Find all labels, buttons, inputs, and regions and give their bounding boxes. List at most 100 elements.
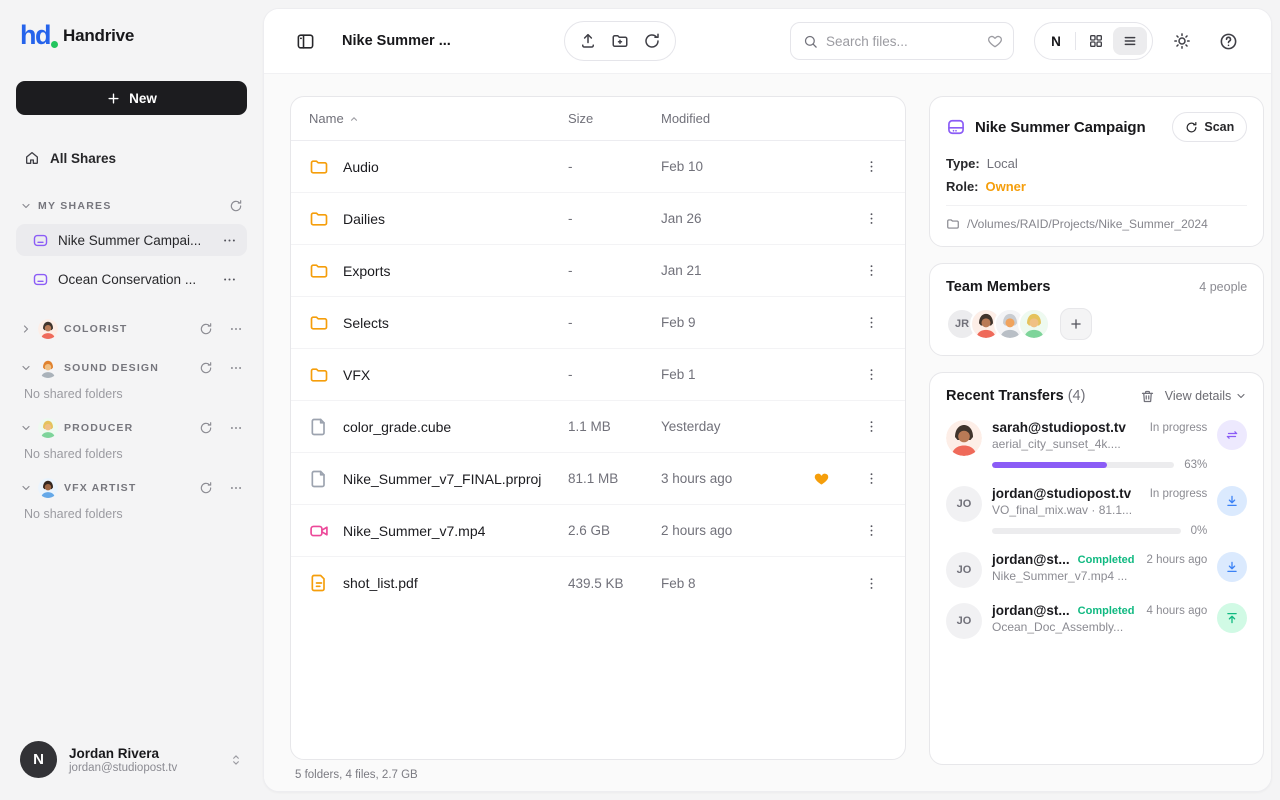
scan-button[interactable]: Scan [1172,112,1247,142]
row-menu-button[interactable] [857,205,885,233]
favorite-heart-icon[interactable] [813,470,830,487]
section-label: COLORIST [64,323,193,335]
table-row[interactable]: Nike_Summer_v7_FINAL.prproj 81.1 MB 3 ho… [291,453,905,505]
refresh-icon[interactable] [199,481,213,495]
home-icon [24,150,40,166]
row-menu-button[interactable] [857,361,885,389]
sidebar-item-ocean-conservation[interactable]: Ocean Conservation ... [16,263,247,295]
table-row[interactable]: Selects - Feb 9 [291,297,905,349]
sidebar-section-colorist[interactable]: COLORIST [16,317,247,341]
user-avatar: N [20,741,57,778]
more-horizontal-icon[interactable] [229,361,243,375]
user-account-menu[interactable]: N Jordan Rivera jordan@studiopost.tv [16,735,247,784]
more-horizontal-icon[interactable] [229,481,243,495]
main-panel: Nike Summer ... N [263,8,1272,792]
favorites-filter-heart-icon[interactable] [987,33,1003,49]
empty-folders-note: No shared folders [16,380,247,401]
help-button[interactable] [1211,24,1245,58]
section-label: VFX ARTIST [64,482,193,494]
logo-icon: hd [20,22,50,49]
more-horizontal-icon[interactable] [222,272,237,287]
new-button[interactable]: New [16,81,247,115]
row-menu-button[interactable] [857,569,885,597]
refresh-button[interactable] [637,26,667,56]
drive-icon [946,117,966,137]
plus-icon [1069,317,1083,331]
table-header: Name Size Modified [291,97,905,141]
download-button[interactable] [1217,486,1247,516]
transfer-item[interactable]: sarah@studiopost.tv In progress aerial_c… [946,420,1247,471]
refresh-icon[interactable] [199,361,213,375]
table-row[interactable]: Dailies - Jan 26 [291,193,905,245]
sidebar-section-producer[interactable]: PRODUCER [16,416,247,440]
add-member-button[interactable] [1060,308,1092,340]
row-menu-button[interactable] [857,413,885,441]
refresh-icon[interactable] [199,421,213,435]
chevron-up-down-icon [229,753,243,767]
file-actions-group [564,21,676,61]
recent-transfers-card: Recent Transfers (4) View details sarah@… [929,372,1264,765]
table-row[interactable]: shot_list.pdf 439.5 KB Feb 8 [291,557,905,609]
upload-button[interactable] [1217,603,1247,633]
list-view-button[interactable] [1113,27,1147,55]
table-row[interactable]: Nike_Summer_v7.mp4 2.6 GB 2 hours ago [291,505,905,557]
sidebar-item-all-shares[interactable]: All Shares [16,143,247,173]
view-details-button[interactable]: View details [1165,389,1247,403]
sidebar: hd Handrive New All Shares MY SHARES Nik… [0,0,263,800]
search-bar [790,22,1014,60]
theme-toggle-button[interactable] [1165,24,1199,58]
team-members-card: Team Members 4 people JR [929,263,1264,356]
sun-icon [1173,32,1191,50]
page-title: Nike Summer ... [342,33,451,49]
row-menu-button[interactable] [857,309,885,337]
row-menu-button[interactable] [857,517,885,545]
more-vertical-icon [864,367,879,382]
transfer-file: VO_final_mix.wav · 81.1... [992,503,1207,517]
upload-button[interactable] [573,26,603,56]
transfer-time: 2 hours ago [1143,554,1208,566]
more-horizontal-icon[interactable] [229,322,243,336]
transfer-direction-button[interactable] [1217,420,1247,450]
table-row[interactable]: Exports - Jan 21 [291,245,905,297]
row-menu-button[interactable] [857,257,885,285]
chevron-down-icon [20,422,32,434]
section-label: PRODUCER [64,422,193,434]
details-panel: Nike Summer Campaign Scan Type: Local Ro… [929,96,1264,765]
transfer-item[interactable]: JO jordan@st... Completed 4 hours ago Oc… [946,603,1247,639]
column-header-name[interactable]: Name [309,111,568,126]
download-button[interactable] [1217,552,1247,582]
refresh-icon[interactable] [229,199,243,213]
new-folder-button[interactable] [605,26,635,56]
table-row[interactable]: color_grade.cube 1.1 MB Yesterday [291,401,905,453]
clear-transfers-button[interactable] [1140,389,1155,404]
transfer-item[interactable]: JO jordan@studiopost.tv In progress VO_f… [946,486,1247,537]
my-shares-section-header[interactable]: MY SHARES [16,195,247,217]
more-vertical-icon [864,159,879,174]
share-label: Ocean Conservation ... [58,272,213,287]
sidebar-toggle-button[interactable] [290,26,320,56]
row-menu-button[interactable] [857,465,885,493]
row-menu-button[interactable] [857,153,885,181]
sort-by-name-button[interactable]: N [1040,34,1072,49]
more-horizontal-icon[interactable] [229,421,243,435]
table-row[interactable]: Audio - Feb 10 [291,141,905,193]
upload-icon [1225,611,1239,625]
more-horizontal-icon[interactable] [222,233,237,248]
column-header-modified[interactable]: Modified [661,111,811,126]
view-controls: N [1034,22,1153,60]
grid-view-button[interactable] [1079,27,1113,55]
search-input[interactable] [826,34,979,49]
transfer-item[interactable]: JO jordan@st... Completed 2 hours ago Ni… [946,552,1247,588]
table-row[interactable]: VFX - Feb 1 [291,349,905,401]
member-avatar[interactable] [1018,308,1050,340]
sidebar-section-sound-design[interactable]: SOUND DESIGN [16,356,247,380]
transfer-file: Ocean_Doc_Assembly... [992,620,1207,634]
folder-icon [309,209,329,229]
column-header-size[interactable]: Size [568,111,661,126]
refresh-icon[interactable] [199,322,213,336]
transfer-email: jordan@st... [992,552,1070,567]
folder-icon [309,313,329,333]
transfer-status: In progress [1146,422,1208,434]
sidebar-item-nike-summer-campaign[interactable]: Nike Summer Campai... [16,224,247,256]
sidebar-section-vfx-artist[interactable]: VFX ARTIST [16,476,247,500]
